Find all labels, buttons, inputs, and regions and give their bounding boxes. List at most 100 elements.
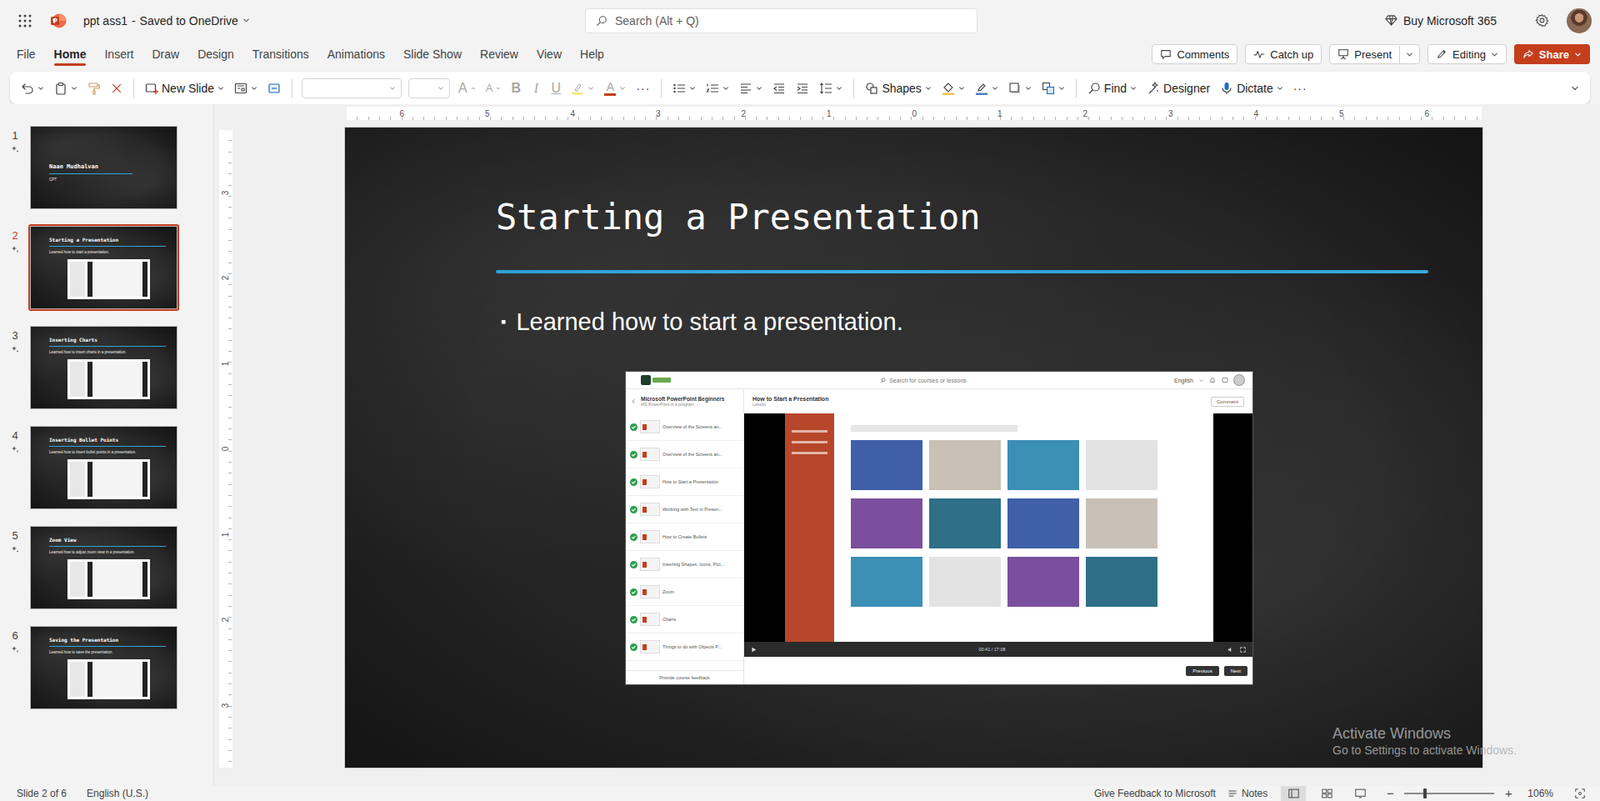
menu-tab[interactable]: Review (470, 40, 528, 68)
highlighter-icon (570, 81, 585, 95)
chevron-down-icon (437, 85, 445, 92)
designer-button[interactable]: Designer (1142, 78, 1215, 99)
ribbon-toolbar: New SlideAABIUA···ShapesFindDesignerDict… (10, 71, 1590, 105)
shape-fill-button[interactable] (937, 78, 970, 99)
document-title[interactable]: ppt ass1-Saved to OneDrive (78, 10, 255, 31)
shape-effects-button[interactable] (1004, 78, 1036, 99)
check-icon (630, 588, 638, 596)
clipboard-icon (54, 81, 68, 95)
language-indicator[interactable]: English (U.S.) (86, 787, 149, 800)
catch-up-button[interactable]: Catch up (1245, 44, 1322, 65)
numbering-icon (705, 81, 720, 95)
app-launcher-button[interactable] (11, 7, 39, 35)
undo-button[interactable] (16, 78, 49, 99)
current-slide[interactable]: Starting a Presentation ▪Learned how to s… (345, 127, 1483, 768)
user-avatar[interactable] (1566, 8, 1592, 34)
slide-thumbnail-row: 1Naan MudhalvanCPT (0, 124, 214, 225)
ruler-mark: 3 (223, 150, 229, 236)
shape-outline-button[interactable] (970, 78, 1003, 99)
menu-tab[interactable]: Help (570, 40, 614, 68)
chevron-down-icon (958, 85, 965, 92)
menu-tab[interactable]: Design (188, 40, 244, 68)
search-box[interactable]: Search (Alt + Q) (585, 8, 978, 34)
check-icon (630, 505, 638, 514)
menu-tab[interactable]: Animations (318, 40, 395, 68)
layout-button[interactable] (230, 78, 262, 99)
menu-tab[interactable]: Insert (95, 40, 143, 68)
check-icon (630, 643, 638, 651)
present-button[interactable]: Present (1330, 45, 1400, 64)
slide-thumbnail[interactable]: Saving the PresentationLearned how to sa… (28, 624, 180, 711)
play-icon (750, 646, 757, 653)
slide-thumbnail[interactable]: Zoom ViewLearned how to adjust zoom view… (28, 524, 180, 611)
embedded-screenshot[interactable]: Search for courses or lessonsEnglishMicr… (625, 371, 1253, 685)
slide-bullet[interactable]: ▪Learned how to start a presentation. (495, 306, 904, 337)
more-font-options-button[interactable]: ··· (631, 78, 655, 99)
menu-tab[interactable]: Draw (142, 40, 189, 68)
view-button[interactable] (1314, 785, 1340, 801)
reset-slide-button[interactable] (263, 78, 285, 99)
zoom-slider[interactable] (1404, 792, 1495, 795)
underline-button[interactable]: U (546, 77, 565, 100)
zoom-in-button[interactable]: + (1502, 785, 1515, 801)
lesson-item: Things to do with Objects P... (625, 633, 744, 661)
line-spacing-button[interactable] (815, 78, 847, 99)
font-color-button[interactable]: A (600, 77, 630, 100)
comments-button[interactable]: Comments (1151, 44, 1238, 65)
settings-button[interactable] (1528, 7, 1555, 35)
italic-button[interactable]: I (526, 77, 545, 100)
bullets-button[interactable] (668, 78, 700, 99)
more-commands-button[interactable]: ··· (1289, 78, 1312, 99)
menu-tab[interactable]: File (7, 40, 45, 68)
feedback-link[interactable]: Give Feedback to Microsoft (1094, 787, 1216, 800)
ribbon-options-button[interactable] (1566, 80, 1584, 96)
caret-up-icon (470, 85, 476, 91)
menu-tab[interactable]: Slide Show (394, 40, 471, 68)
arrange-button[interactable] (1037, 78, 1070, 99)
numbering-button[interactable] (701, 78, 734, 99)
view-button[interactable] (1280, 785, 1306, 801)
shapes-button[interactable]: Shapes (860, 78, 935, 99)
format-painter-button[interactable] (83, 78, 105, 99)
font-size-field[interactable] (408, 78, 450, 99)
notes-button[interactable]: Notes (1227, 787, 1268, 800)
menu-tab[interactable]: Transitions (243, 40, 319, 68)
slide-title[interactable]: Starting a Presentation (495, 194, 981, 241)
bold-button[interactable]: B (506, 77, 525, 100)
previous-button: Previous (1185, 665, 1219, 676)
check-icon (630, 423, 638, 431)
align-button[interactable] (735, 78, 767, 99)
menu-tab[interactable]: View (527, 40, 571, 68)
slide-thumbnail[interactable]: Naan MudhalvanCPT (28, 124, 180, 211)
zoom-level[interactable]: 106% (1527, 787, 1554, 800)
transition-star-icon (10, 545, 20, 554)
find-button[interactable]: Find (1083, 78, 1141, 99)
increase-indent-button[interactable] (791, 78, 814, 99)
decrease-indent-button[interactable] (768, 78, 790, 99)
grow-font-button[interactable]: A (454, 77, 480, 100)
view-button[interactable] (1347, 785, 1373, 801)
zoom-out-button[interactable]: − (1384, 785, 1396, 801)
ruler-mark: 5 (1299, 109, 1385, 119)
chevron-down-icon (1405, 50, 1414, 59)
buy-microsoft-365-button[interactable]: Buy Microsoft 365 (1385, 14, 1497, 28)
zoom-slider-thumb[interactable] (1423, 788, 1427, 799)
font-name-field[interactable] (301, 78, 402, 99)
chevron-down-icon (1130, 85, 1137, 92)
shrink-font-button[interactable]: A (481, 78, 506, 98)
present-options-button[interactable] (1400, 45, 1420, 64)
fit-to-window-icon[interactable] (1575, 788, 1585, 799)
slide-thumbnail[interactable]: Starting a PresentationLearned how to st… (28, 224, 180, 311)
new-slide-button[interactable]: New Slide (140, 78, 229, 99)
dictate-button[interactable]: Dictate (1215, 78, 1288, 99)
paint-bucket-icon (941, 81, 955, 95)
slide-thumbnail[interactable]: Inserting ChartsLearned how to insert ch… (28, 324, 180, 411)
delete-button[interactable] (106, 79, 127, 98)
editing-mode-button[interactable]: Editing (1427, 44, 1507, 65)
paste-button[interactable] (50, 78, 82, 99)
slide-thumbnail[interactable]: Inserting Bullet PointsLearned how to in… (28, 424, 180, 511)
highlight-button[interactable] (566, 78, 599, 99)
share-button[interactable]: Share (1514, 44, 1590, 65)
menu-tab[interactable]: Home (45, 40, 96, 68)
thumbnail-title: Naan Mudhalvan (49, 163, 99, 170)
